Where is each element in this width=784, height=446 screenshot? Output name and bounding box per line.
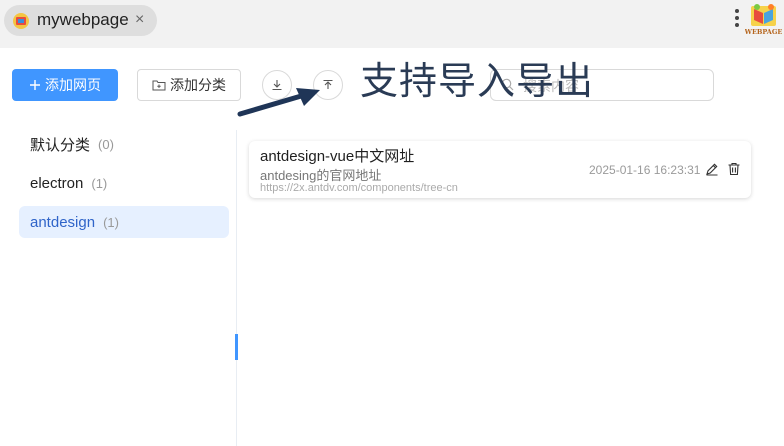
browser-tab[interactable]: mywebpage × <box>4 5 157 36</box>
bookmark-url[interactable]: https://2x.antdv.com/components/tree-cn <box>260 182 458 194</box>
folder-add-icon <box>152 80 166 91</box>
resize-handle[interactable] <box>235 334 238 360</box>
annotation-arrow-icon <box>237 88 320 117</box>
brand-logo: WEBPAGE <box>745 4 782 36</box>
delete-icon[interactable] <box>727 162 741 176</box>
tab-title: mywebpage <box>37 10 129 29</box>
more-menu-icon[interactable] <box>733 9 741 31</box>
category-count: (0) <box>98 136 114 152</box>
edit-icon[interactable] <box>705 162 719 176</box>
category-name: antdesign <box>30 213 96 231</box>
add-page-button[interactable]: 添加网页 <box>12 69 118 101</box>
category-count: (1) <box>103 214 119 230</box>
title-bar: mywebpage × WEBPAGE <box>0 0 784 48</box>
brand-logo-text: WEBPAGE <box>745 28 782 36</box>
category-item[interactable]: 默认分类 (0) <box>19 128 229 160</box>
category-name: 默认分类 <box>30 136 91 154</box>
annotation-text: 支持导入导出 <box>360 59 595 103</box>
app-logo-icon <box>13 13 29 29</box>
category-item-active[interactable]: antdesign (1) <box>19 206 229 238</box>
bookmark-card[interactable]: antdesign-vue中文网址 antdesing的官网地址 https:/… <box>249 141 751 198</box>
close-tab-icon[interactable]: × <box>135 11 144 29</box>
plus-icon <box>30 80 40 90</box>
bookmark-date: 2025-01-16 16:23:31 <box>589 163 701 177</box>
add-page-label: 添加网页 <box>45 77 101 93</box>
category-count: (1) <box>91 175 108 191</box>
category-name: electron <box>30 174 84 192</box>
add-category-label: 添加分类 <box>170 77 226 93</box>
category-item[interactable]: electron (1) <box>19 167 229 199</box>
bookmark-title[interactable]: antdesign-vue中文网址 <box>260 145 414 166</box>
add-category-button[interactable]: 添加分类 <box>137 69 241 101</box>
sidebar-divider <box>236 130 237 446</box>
